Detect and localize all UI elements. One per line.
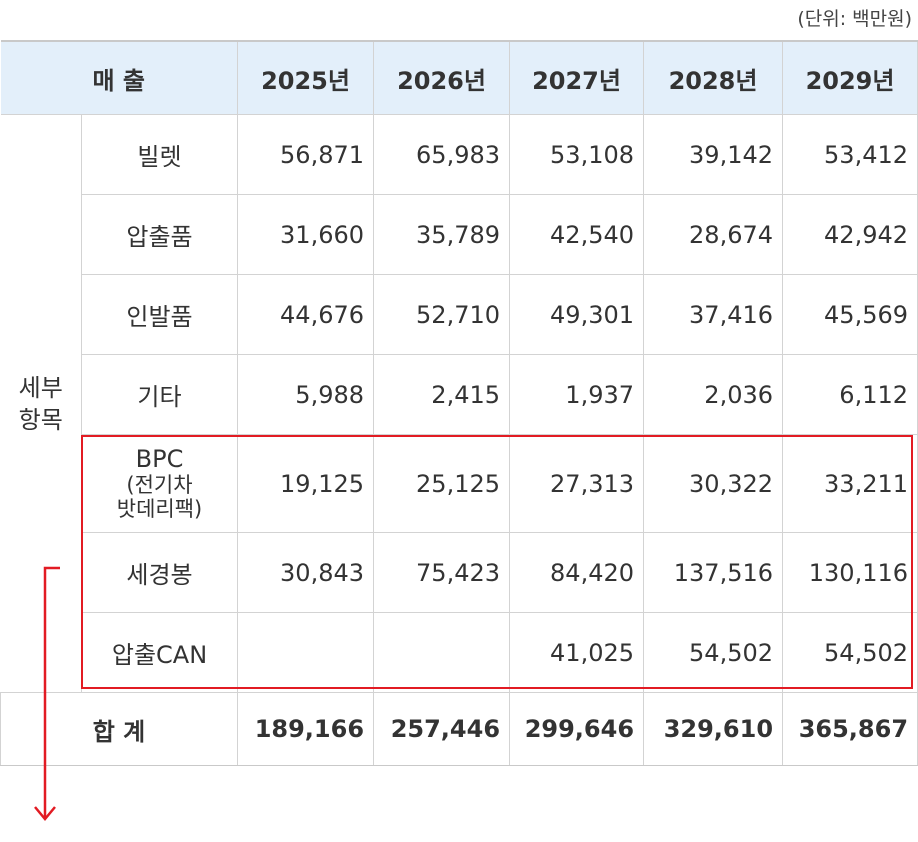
table-row: 기타 5,988 2,415 1,937 2,036 6,112 bbox=[1, 354, 918, 435]
cell-value bbox=[373, 612, 511, 693]
cell-value: 2,036 bbox=[643, 354, 784, 435]
cell-value: 45,569 bbox=[782, 274, 918, 355]
cell-value: 130,116 bbox=[782, 532, 918, 613]
cell-value: 27,313 bbox=[509, 434, 645, 533]
cell-value: 75,423 bbox=[373, 532, 511, 613]
cell-value: 37,416 bbox=[643, 274, 784, 355]
header-year: 2025년 bbox=[237, 40, 375, 115]
cell-value: 44,676 bbox=[237, 274, 375, 355]
table-row: 세경봉 30,843 75,423 84,420 137,516 130,116 bbox=[1, 532, 918, 613]
cell-value: 42,942 bbox=[782, 194, 918, 275]
row-label: BPC (전기차 밧데리팩) bbox=[80, 434, 239, 533]
cell-value: 30,322 bbox=[643, 434, 784, 533]
cell-value: 33,211 bbox=[782, 434, 918, 533]
cell-value: 41,025 bbox=[509, 612, 645, 693]
total-value: 365,867 bbox=[782, 692, 918, 766]
table-row: 인발품 44,676 52,710 49,301 37,416 45,569 bbox=[1, 274, 918, 355]
row-label: 압출품 bbox=[80, 194, 239, 275]
sales-table: 매 출 2025년 2026년 2027년 2028년 2029년 세부 항목 빌… bbox=[0, 40, 918, 766]
header-sales: 매 출 bbox=[0, 40, 239, 115]
header-year: 2027년 bbox=[509, 40, 645, 115]
total-row: 합 계 189,166 257,446 299,646 329,610 365,… bbox=[0, 692, 918, 766]
cell-value: 52,710 bbox=[373, 274, 511, 355]
header-year: 2029년 bbox=[782, 40, 918, 115]
cell-value: 25,125 bbox=[373, 434, 511, 533]
cell-value: 56,871 bbox=[237, 114, 375, 195]
cell-value: 53,108 bbox=[509, 114, 645, 195]
unit-note: (단위: 백만원) bbox=[797, 8, 912, 30]
row-label: 세경봉 bbox=[80, 532, 239, 613]
total-value: 189,166 bbox=[237, 692, 375, 766]
cell-value: 5,988 bbox=[237, 354, 375, 435]
cell-value: 1,937 bbox=[509, 354, 645, 435]
cell-value: 30,843 bbox=[237, 532, 375, 613]
cell-value: 54,502 bbox=[643, 612, 784, 693]
total-value: 299,646 bbox=[509, 692, 645, 766]
header-year: 2026년 bbox=[373, 40, 511, 115]
cell-value: 28,674 bbox=[643, 194, 784, 275]
cell-value: 39,142 bbox=[643, 114, 784, 195]
cell-value: 65,983 bbox=[373, 114, 511, 195]
row-label: 압출CAN bbox=[80, 612, 239, 693]
total-value: 257,446 bbox=[373, 692, 511, 766]
header-year: 2028년 bbox=[643, 40, 784, 115]
down-arrow-icon bbox=[34, 566, 60, 821]
table-row: 압출CAN 41,025 54,502 54,502 bbox=[1, 612, 918, 693]
cell-value: 2,415 bbox=[373, 354, 511, 435]
row-label-main: BPC bbox=[135, 445, 184, 473]
cell-value: 54,502 bbox=[782, 612, 918, 693]
table-row: BPC (전기차 밧데리팩) 19,125 25,125 27,313 30,32… bbox=[1, 434, 918, 533]
cell-value: 6,112 bbox=[782, 354, 918, 435]
cell-value: 53,412 bbox=[782, 114, 918, 195]
total-value: 329,610 bbox=[643, 692, 784, 766]
header-row: 매 출 2025년 2026년 2027년 2028년 2029년 bbox=[0, 40, 918, 115]
cell-value: 35,789 bbox=[373, 194, 511, 275]
row-label-sub: (전기차 밧데리팩) bbox=[116, 473, 203, 521]
table-row: 압출품 31,660 35,789 42,540 28,674 42,942 bbox=[1, 194, 918, 275]
cell-value: 19,125 bbox=[237, 434, 375, 533]
table-row: 세부 항목 빌렛 56,871 65,983 53,108 39,142 53,4… bbox=[0, 114, 918, 693]
cell-value: 137,516 bbox=[643, 532, 784, 613]
row-label: 인발품 bbox=[80, 274, 239, 355]
row-label: 빌렛 bbox=[80, 114, 239, 195]
cell-value: 49,301 bbox=[509, 274, 645, 355]
cell-value bbox=[237, 612, 375, 693]
cell-value: 84,420 bbox=[509, 532, 645, 613]
cell-value: 42,540 bbox=[509, 194, 645, 275]
group-label-text: 세부 항목 bbox=[18, 373, 63, 434]
cell-value: 31,660 bbox=[237, 194, 375, 275]
row-label: 기타 bbox=[80, 354, 239, 435]
